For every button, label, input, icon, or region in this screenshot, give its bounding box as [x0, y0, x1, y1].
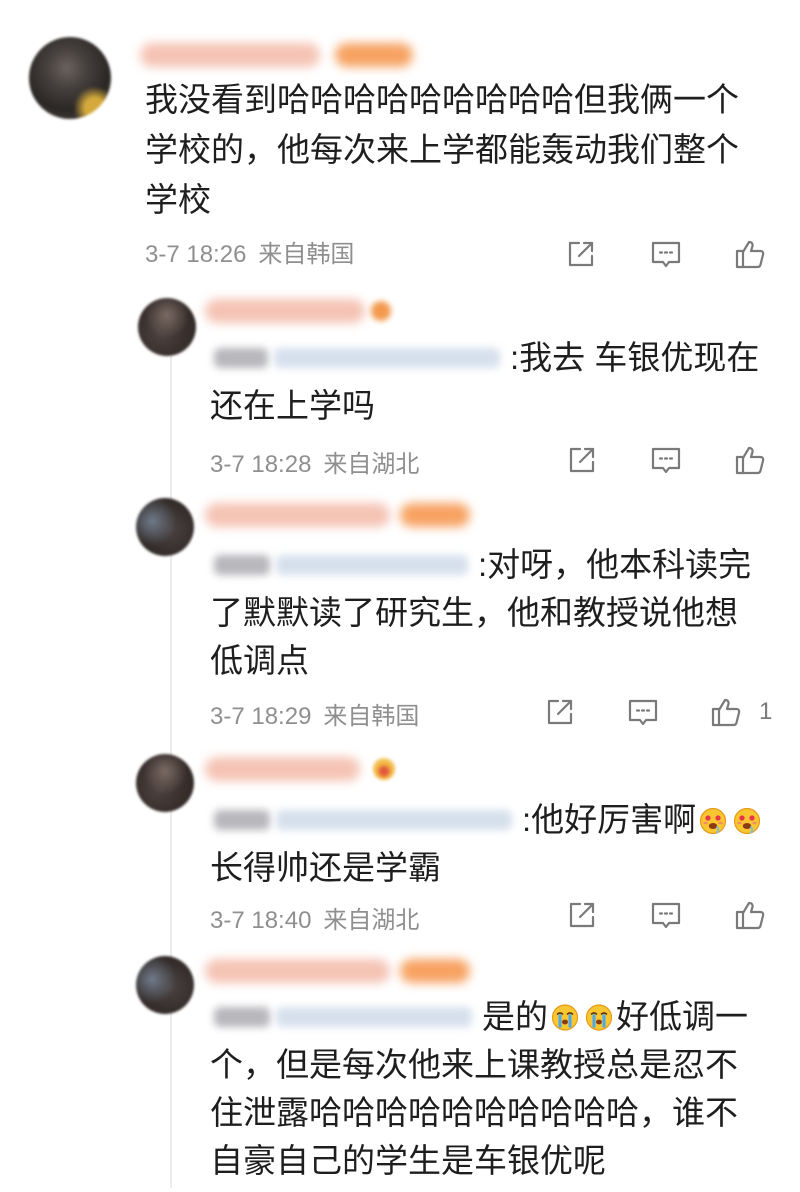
like-button[interactable]: 1 — [709, 695, 772, 729]
comment-icon — [649, 237, 683, 271]
reply-first-line: :他好厉害啊 — [210, 796, 764, 844]
comment-icon — [626, 695, 660, 729]
comment-text: 我没看到哈哈哈哈哈哈哈哈哈但我俩一个 学校的，他每次来上学都能轰动我们整个 学校 — [145, 75, 739, 225]
like-icon — [733, 237, 767, 271]
comment-icon — [649, 898, 683, 932]
reply-time: 3-7 18:28 — [210, 451, 312, 478]
blur-segment — [371, 301, 391, 321]
comment-button[interactable] — [649, 443, 683, 477]
reply-line: 个，但是每次他来上课教授总是忍不 — [210, 1046, 738, 1083]
like-icon — [709, 695, 743, 729]
blur-segment — [214, 555, 270, 575]
share-button[interactable] — [543, 695, 577, 729]
blur-segment — [276, 810, 512, 830]
reply-line: 长得帅还是学霸 — [210, 849, 441, 886]
reply-text-segment: :他好厉害啊 — [522, 801, 697, 838]
reply-text: 是的 好低调一 个，但是每次他来上课教授总是忍不 住泄露哈哈哈哈哈哈哈哈哈哈，谁… — [210, 993, 748, 1185]
mention-link-blurred[interactable] — [210, 1000, 482, 1034]
reply-source: 来自韩国 — [323, 703, 420, 730]
blur-segment — [205, 299, 365, 323]
avatar[interactable] — [136, 498, 194, 556]
like-button[interactable] — [733, 443, 767, 477]
reply-line: 低调点 — [210, 642, 309, 679]
reply-time: 3-7 18:40 — [210, 907, 312, 934]
blur-segment — [140, 43, 320, 67]
like-count: 1 — [759, 698, 773, 725]
blur-segment — [205, 959, 390, 983]
comment-source: 来自韩国 — [258, 241, 355, 268]
reply-line: 自豪自己的学生是车银优呢 — [210, 1142, 606, 1179]
reply-line: 住泄露哈哈哈哈哈哈哈哈哈哈，谁不 — [210, 1094, 738, 1131]
blur-segment — [214, 1007, 270, 1027]
reply-source: 来自湖北 — [323, 451, 420, 478]
comment-button[interactable] — [649, 898, 683, 932]
reply-text: :对呀，他本科读完 了默默读了研究生，他和教授说他想 低调点 — [210, 541, 751, 685]
avatar[interactable] — [29, 37, 111, 119]
reply-time: 3-7 18:29 — [210, 703, 312, 730]
like-button[interactable] — [733, 237, 767, 271]
like-button[interactable] — [733, 898, 767, 932]
comment-icon — [649, 443, 683, 477]
avatar[interactable] — [136, 754, 194, 812]
username-emoji-blurred — [373, 758, 395, 780]
share-icon — [565, 898, 599, 932]
cry-emoji-icon — [550, 1002, 580, 1032]
comment-line: 我没看到哈哈哈哈哈哈哈哈哈但我俩一个 — [145, 81, 739, 118]
reply-first-line: :对呀，他本科读完 — [210, 541, 751, 589]
username-link-blurred[interactable] — [205, 954, 475, 988]
reply-text-segment: :我去 车银优现在 — [510, 339, 760, 376]
avatar[interactable] — [136, 956, 194, 1014]
share-icon — [565, 443, 599, 477]
avatar[interactable] — [138, 298, 196, 356]
reply-text-segment: 是的 — [482, 998, 548, 1035]
reply-text-segment: 好低调一 — [616, 998, 748, 1035]
like-icon — [733, 443, 767, 477]
username-link-blurred[interactable] — [205, 498, 475, 532]
comment-meta: 3-7 18:26 来自韩国 — [145, 240, 354, 270]
reply-text: :他好厉害啊 长得帅还是学霸 — [210, 796, 764, 892]
share-icon — [543, 695, 577, 729]
blur-segment — [214, 348, 268, 368]
reply-text: :我去 车银优现在 还在上学吗 — [210, 334, 759, 430]
reply-first-line: :我去 车银优现在 — [210, 334, 759, 382]
reply-line: 了默默读了研究生，他和教授说他想 — [210, 594, 738, 631]
reply-meta: 3-7 18:40 来自湖北 — [210, 906, 419, 936]
drool-emoji-icon — [698, 805, 728, 835]
username-link-blurred[interactable] — [205, 752, 400, 786]
reply-meta: 3-7 18:28 来自湖北 — [210, 450, 419, 480]
reply-source: 来自湖北 — [323, 907, 420, 934]
blur-segment — [274, 348, 500, 368]
share-button[interactable] — [565, 898, 599, 932]
blur-segment — [205, 757, 360, 781]
blur-segment — [276, 1007, 472, 1027]
username-link-blurred[interactable] — [140, 38, 415, 72]
comment-button[interactable] — [626, 695, 660, 729]
blur-segment — [205, 503, 390, 527]
mention-link-blurred[interactable] — [210, 803, 522, 837]
comment-line: 学校的，他每次来上学都能轰动我们整个 — [145, 131, 739, 168]
mention-link-blurred[interactable] — [210, 548, 478, 582]
like-icon — [733, 898, 767, 932]
blur-segment — [400, 503, 470, 527]
comment-time: 3-7 18:26 — [145, 241, 247, 268]
reply-line: 还在上学吗 — [210, 387, 375, 424]
share-icon — [564, 237, 598, 271]
blur-segment — [214, 810, 270, 830]
cry-emoji-icon — [584, 1002, 614, 1032]
mention-link-blurred[interactable] — [210, 341, 510, 375]
share-button[interactable] — [565, 443, 599, 477]
drool-emoji-icon — [732, 805, 762, 835]
comment-button[interactable] — [649, 237, 683, 271]
share-button[interactable] — [564, 237, 598, 271]
reply-meta: 3-7 18:29 来自韩国 — [210, 702, 419, 732]
reply-text-segment: :对呀，他本科读完 — [478, 546, 752, 583]
reply-first-line: 是的 好低调一 — [210, 993, 748, 1041]
comment-line: 学校 — [145, 181, 211, 218]
username-link-blurred[interactable] — [205, 294, 395, 328]
blur-segment — [276, 555, 468, 575]
blur-segment — [335, 43, 413, 67]
blur-segment — [400, 959, 470, 983]
